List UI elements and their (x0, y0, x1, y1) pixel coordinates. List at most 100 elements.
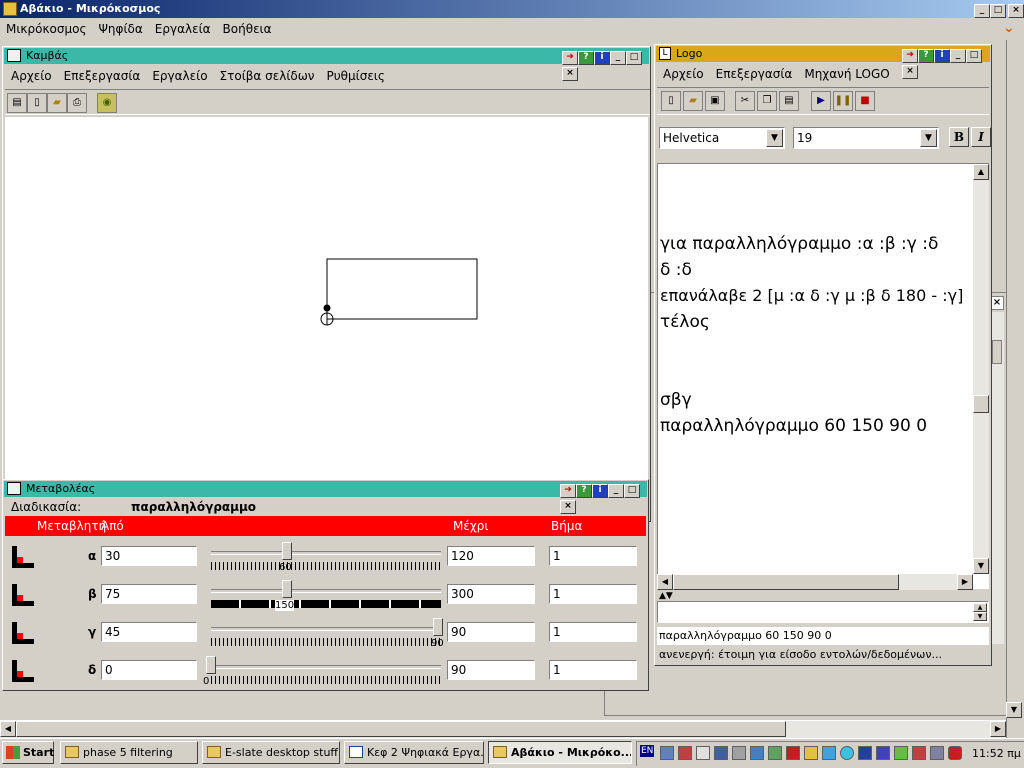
font-name-select[interactable]: Helvetica ▼ (659, 127, 785, 149)
tray-icon[interactable] (876, 746, 890, 760)
to-field-c[interactable]: 90 (447, 622, 535, 642)
maximize-button[interactable]: □ (624, 484, 640, 498)
main-scroll-right-icon[interactable]: ▶ (990, 721, 1006, 737)
help-icon[interactable]: ? (918, 49, 934, 63)
maximize-button[interactable]: □ (626, 51, 642, 65)
open-folder-icon[interactable]: ▰ (683, 91, 703, 111)
tray-icon[interactable] (714, 746, 728, 760)
close-button[interactable]: × (562, 67, 578, 81)
chevron-down-icon[interactable]: ⌄ (1003, 20, 1015, 36)
menu-component[interactable]: Ψηφίδα (92, 22, 148, 36)
menu-tools[interactable]: Εργαλεία (149, 22, 217, 36)
pause-icon[interactable]: ❚❚ (833, 91, 853, 111)
main-scroll-left-icon[interactable]: ◀ (0, 721, 16, 737)
new-document-icon[interactable]: ▯ (661, 91, 681, 111)
pin-icon[interactable]: ➜ (902, 49, 918, 63)
to-field-a[interactable]: 120 (447, 546, 535, 566)
tray-icon[interactable] (750, 746, 764, 760)
canvas-menu-file[interactable]: Αρχείο (5, 69, 58, 83)
tray-icon[interactable] (822, 746, 836, 760)
canvas-menu-settings[interactable]: Ρυθμίσεις (321, 69, 391, 83)
spin-up-icon[interactable]: ▲ (973, 603, 987, 612)
new-page-icon[interactable]: ▤ (7, 93, 27, 113)
slider-thumb-b[interactable] (281, 580, 292, 598)
tray-icon[interactable] (696, 746, 710, 760)
tray-icon[interactable] (894, 746, 908, 760)
canvas-menu-tool[interactable]: Εργαλείο (146, 69, 213, 83)
taskbar-item[interactable]: E-slate desktop stuff (202, 741, 340, 764)
minimize-button[interactable]: _ (610, 51, 626, 65)
slider-thumb-d[interactable] (206, 656, 216, 674)
open-folder-icon[interactable]: ▰ (47, 93, 67, 113)
from-field-d[interactable]: 0 (101, 660, 197, 680)
drawing-canvas[interactable] (5, 117, 648, 521)
cut-icon[interactable]: ✂ (735, 91, 755, 111)
canvas-menu-edit[interactable]: Επεξεργασία (58, 69, 147, 83)
step-field-c[interactable]: 1 (549, 622, 637, 642)
main-scroll-thumb[interactable] (16, 721, 786, 737)
scroll-thumb[interactable] (973, 395, 989, 413)
taskbar-item-active[interactable]: Αβάκιο - Μικρόκο... (488, 741, 632, 764)
tray-icon[interactable] (912, 746, 926, 760)
minimize-button[interactable]: _ (950, 49, 966, 63)
close-button[interactable]: × (560, 500, 576, 514)
scroll-left-icon[interactable]: ◀ (657, 574, 673, 590)
tray-icon[interactable] (840, 746, 854, 760)
maximize-button[interactable]: □ (990, 4, 1006, 18)
background-window-close-icon[interactable]: × (990, 296, 1004, 310)
to-field-d[interactable]: 90 (447, 660, 535, 680)
scroll-down-icon[interactable]: ▼ (973, 558, 989, 574)
main-scroll-down-icon[interactable]: ▼ (1006, 702, 1022, 718)
info-icon[interactable]: i (594, 51, 610, 65)
logo-menu-engine[interactable]: Μηχανή LOGO (798, 67, 895, 81)
taskbar-item[interactable]: Κεφ 2 Ψηφιακά Εργα... (344, 741, 484, 764)
scrollbar-thumb[interactable] (992, 340, 1002, 364)
copy-icon[interactable]: ❐ (757, 91, 777, 111)
monitor-icon[interactable] (930, 746, 944, 760)
italic-button[interactable]: I (971, 127, 991, 147)
splitter-arrows-icon[interactable]: ▲▼ (659, 591, 673, 601)
slider-track-d[interactable] (211, 665, 441, 669)
volume-icon[interactable] (732, 746, 746, 760)
close-button[interactable]: × (1008, 4, 1024, 18)
start-button[interactable]: Start (2, 741, 54, 764)
chevron-down-icon[interactable]: ▼ (766, 129, 783, 147)
slider-thumb-a[interactable] (281, 542, 292, 560)
logo-editor[interactable] (657, 163, 989, 589)
step-field-b[interactable]: 1 (549, 584, 637, 604)
menu-microcosm[interactable]: Μικρόκοσμος (0, 22, 92, 36)
pin-icon[interactable]: ➜ (562, 51, 578, 65)
scroll-up-icon[interactable]: ▲ (973, 164, 989, 180)
zonealarm-icon[interactable] (786, 746, 800, 760)
step-field-a[interactable]: 1 (549, 546, 637, 566)
font-size-select[interactable]: 19 ▼ (793, 127, 939, 149)
info-icon[interactable]: i (934, 49, 950, 63)
minimize-button[interactable]: _ (608, 484, 624, 498)
menu-help[interactable]: Βοήθεια (217, 22, 278, 36)
help-icon[interactable]: ? (578, 51, 594, 65)
language-indicator[interactable]: EN (640, 745, 655, 757)
stop-icon[interactable]: ■ (855, 91, 875, 111)
print-icon[interactable]: ⎙ (67, 93, 87, 113)
shield-icon[interactable] (948, 746, 962, 760)
minimize-button[interactable]: _ (974, 4, 990, 18)
close-button[interactable]: × (902, 65, 918, 79)
new-document-icon[interactable]: ▯ (27, 93, 47, 113)
paste-icon[interactable]: ▤ (779, 91, 799, 111)
main-vertical-scrollbar[interactable] (1006, 40, 1024, 738)
from-field-a[interactable]: 30 (101, 546, 197, 566)
slider-track-c[interactable] (211, 627, 441, 631)
tray-icon[interactable] (804, 746, 818, 760)
network-icon[interactable] (660, 746, 674, 760)
from-field-c[interactable]: 45 (101, 622, 197, 642)
tray-icon[interactable] (768, 746, 782, 760)
tray-icon[interactable] (858, 746, 872, 760)
help-icon[interactable]: ? (576, 484, 592, 498)
spin-down-icon[interactable]: ▼ (973, 612, 987, 621)
maximize-button[interactable]: □ (966, 49, 982, 63)
slider-track-a[interactable] (211, 551, 441, 555)
canvas-menu-page-stack[interactable]: Στοίβα σελίδων (214, 69, 321, 83)
command-input[interactable] (657, 601, 989, 623)
taskbar-item[interactable]: phase 5 filtering (60, 741, 198, 764)
step-field-d[interactable]: 1 (549, 660, 637, 680)
